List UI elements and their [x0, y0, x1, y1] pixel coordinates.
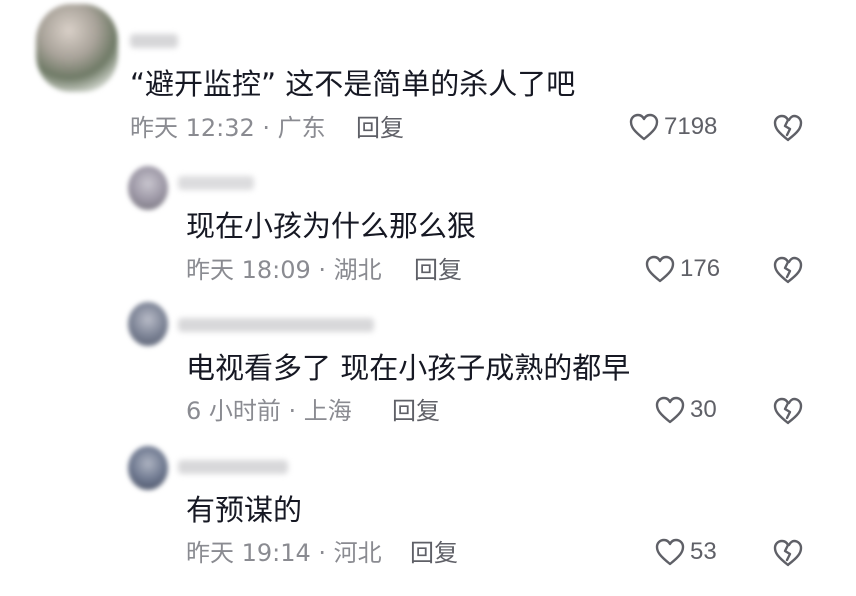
comment-meta: 昨天 19:14 · 河北	[186, 539, 382, 567]
broken-heart-icon	[772, 113, 804, 143]
comment-meta: 昨天 18:09 · 湖北	[186, 256, 382, 284]
dislike-button[interactable]	[772, 538, 804, 568]
reply-item: 电视看多了 现在小孩子成熟的都早 6 小时前 · 上海 回复 30	[0, 292, 856, 434]
username-blurred[interactable]	[178, 460, 288, 474]
reply-button[interactable]: 回复	[392, 396, 440, 426]
heart-outline-icon	[644, 254, 676, 284]
username-blurred[interactable]	[178, 176, 254, 190]
comment-text: 电视看多了 现在小孩子成熟的都早	[186, 351, 631, 385]
broken-heart-icon	[772, 538, 804, 568]
avatar[interactable]	[36, 4, 118, 92]
avatar[interactable]	[128, 302, 168, 346]
broken-heart-icon	[772, 255, 804, 285]
like-count: 7198	[664, 113, 718, 140]
broken-heart-icon	[772, 396, 804, 426]
avatar[interactable]	[128, 446, 168, 490]
like-count: 176	[680, 255, 721, 282]
dislike-button[interactable]	[772, 113, 804, 143]
dislike-button[interactable]	[772, 396, 804, 426]
reply-item: 现在小孩为什么那么狠 昨天 18:09 · 湖北 回复 176	[0, 150, 856, 292]
username-blurred[interactable]	[130, 34, 178, 48]
reply-item: 有预谋的 昨天 19:14 · 河北 回复 53	[0, 434, 856, 596]
avatar[interactable]	[128, 166, 168, 210]
reply-button[interactable]: 回复	[356, 113, 404, 143]
comment-text: “避开监控” 这不是简单的杀人了吧	[130, 67, 576, 101]
like-count: 30	[690, 396, 717, 423]
like-count: 53	[690, 538, 717, 565]
comment-meta: 昨天 12:32 · 广东	[130, 114, 326, 142]
like-button[interactable]: 7198	[628, 112, 717, 142]
like-button[interactable]: 30	[654, 395, 717, 425]
like-button[interactable]: 176	[644, 254, 720, 284]
comment-meta: 6 小时前 · 上海	[186, 397, 352, 425]
username-blurred[interactable]	[178, 318, 374, 332]
comment-item: “避开监控” 这不是简单的杀人了吧 昨天 12:32 · 广东 回复 7198	[0, 0, 856, 150]
like-button[interactable]: 53	[654, 537, 717, 567]
reply-button[interactable]: 回复	[414, 255, 462, 285]
heart-outline-icon	[654, 395, 686, 425]
reply-button[interactable]: 回复	[410, 538, 458, 568]
comment-text: 有预谋的	[186, 493, 303, 527]
heart-outline-icon	[628, 112, 660, 142]
dislike-button[interactable]	[772, 255, 804, 285]
heart-outline-icon	[654, 537, 686, 567]
comment-text: 现在小孩为什么那么狠	[186, 209, 477, 243]
